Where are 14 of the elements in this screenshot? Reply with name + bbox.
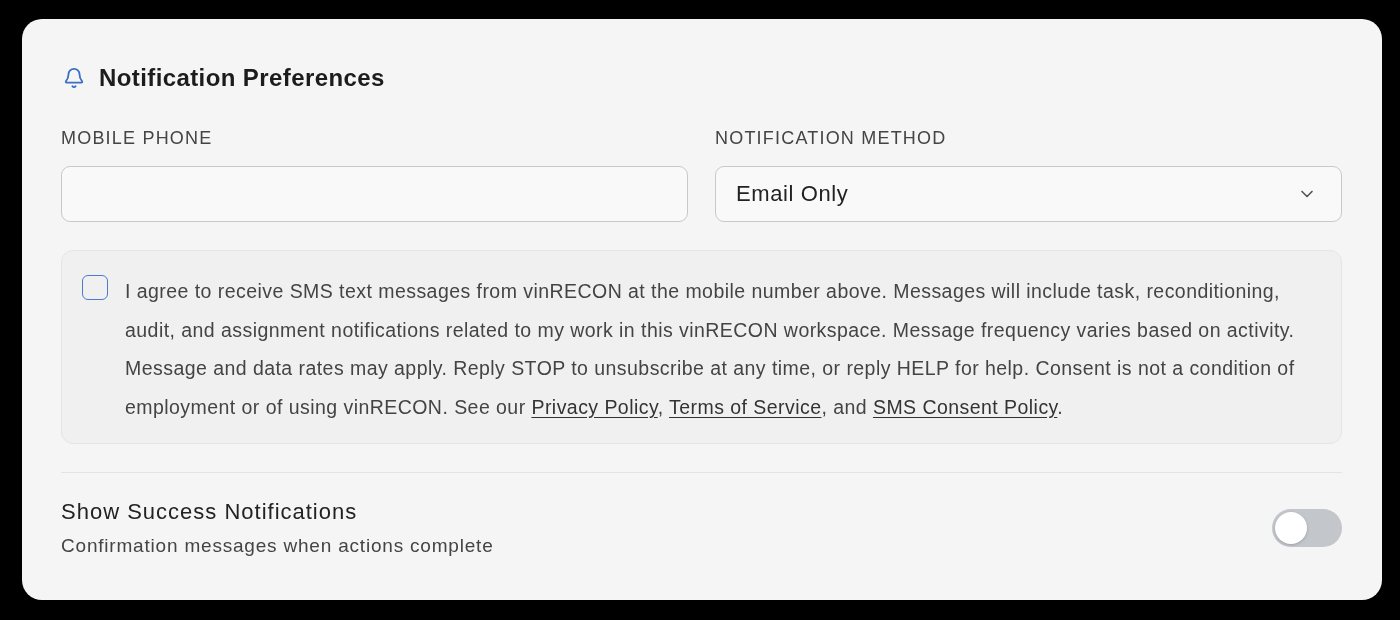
- setting-description: Confirmation messages when actions complete: [61, 534, 494, 557]
- policy-link[interactable]: Privacy Policy: [531, 396, 658, 419]
- consent-checkbox[interactable]: [82, 275, 108, 300]
- method-select[interactable]: Email Only: [715, 166, 1342, 222]
- setting-title: Show Success Notifications: [61, 498, 358, 525]
- phone-input[interactable]: [61, 166, 688, 222]
- field-label: MOBILE PHONE: [61, 127, 213, 149]
- section-title: Notification Preferences: [99, 63, 385, 93]
- bell-icon: [63, 67, 85, 89]
- toggle-switch[interactable]: [1272, 508, 1342, 547]
- consent-text: I agree to receive SMS text messages from vinRECON at the mobile number above. Messages will include task, reconditioning, audit, and assignment notifications related to my work in this vinRECON workspace. Message frequency varies based on activity. Message and data rates may apply. Reply STOP to unsubscribe at any time, or reply HELP for help. Consent is not a condition of employment or of using vinRECON. See our Privacy Policy, Terms of Service, and SMS Consent Policy.: [125, 279, 1296, 421]
- policy-link[interactable]: Terms of Service: [669, 396, 822, 419]
- policy-link[interactable]: SMS Consent Policy: [872, 396, 1058, 419]
- field-label: NOTIFICATION METHOD: [715, 127, 947, 149]
